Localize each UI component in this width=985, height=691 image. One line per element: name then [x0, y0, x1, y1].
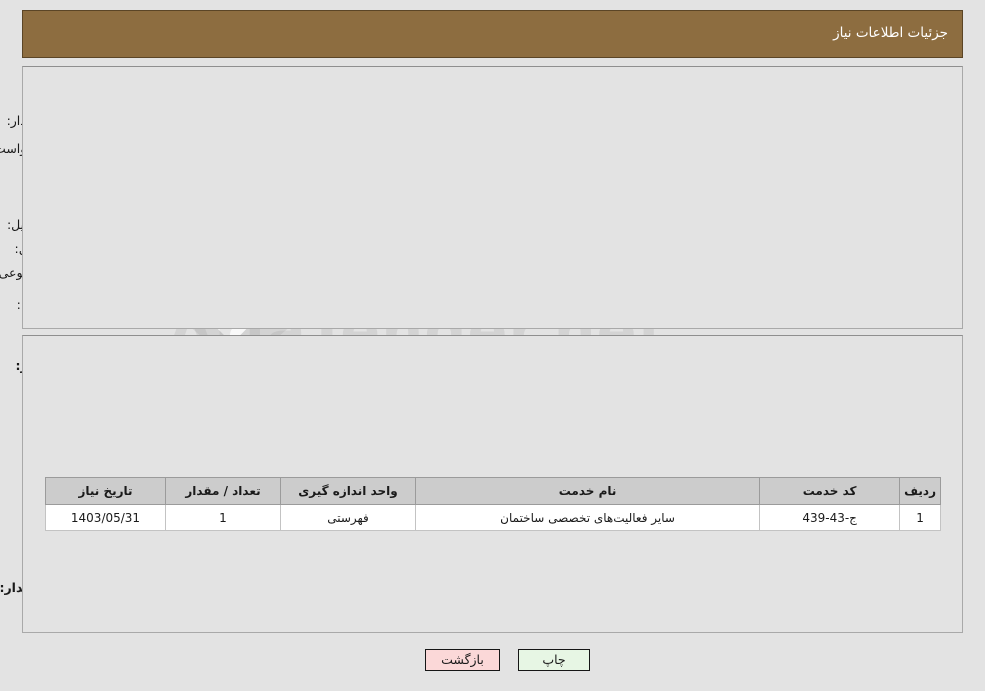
col-service-code: کد خدمت: [759, 477, 901, 505]
cell-quantity: 1: [165, 504, 281, 531]
cell-service-code: ج-43-439: [759, 504, 901, 531]
services-table: ردیف کد خدمت نام خدمت واحد اندازه گیری ت…: [45, 477, 941, 531]
table-header-row: ردیف کد خدمت نام خدمت واحد اندازه گیری ت…: [45, 477, 941, 505]
print-button[interactable]: چاپ: [518, 649, 590, 671]
need-info-panel: [22, 66, 963, 329]
cell-service-name: سایر فعالیت‌های تخصصی ساختمان: [414, 504, 761, 531]
col-quantity: تعداد / مقدار: [165, 477, 281, 505]
page-title: جزئیات اطلاعات نیاز: [833, 25, 948, 41]
col-unit: واحد اندازه گیری: [280, 477, 416, 505]
table-row: 1 ج-43-439 سایر فعالیت‌های تخصصی ساختمان…: [45, 504, 941, 531]
page-header-bar: جزئیات اطلاعات نیاز: [22, 10, 963, 58]
cell-row-no: 1: [899, 504, 941, 531]
col-row-no: ردیف: [899, 477, 941, 505]
back-button[interactable]: بازگشت: [425, 649, 500, 671]
col-service-name: نام خدمت: [414, 477, 761, 505]
col-need-date: تاریخ نیاز: [45, 477, 166, 505]
cell-unit: فهرستی: [280, 504, 416, 531]
cell-need-date: 1403/05/31: [45, 504, 166, 531]
